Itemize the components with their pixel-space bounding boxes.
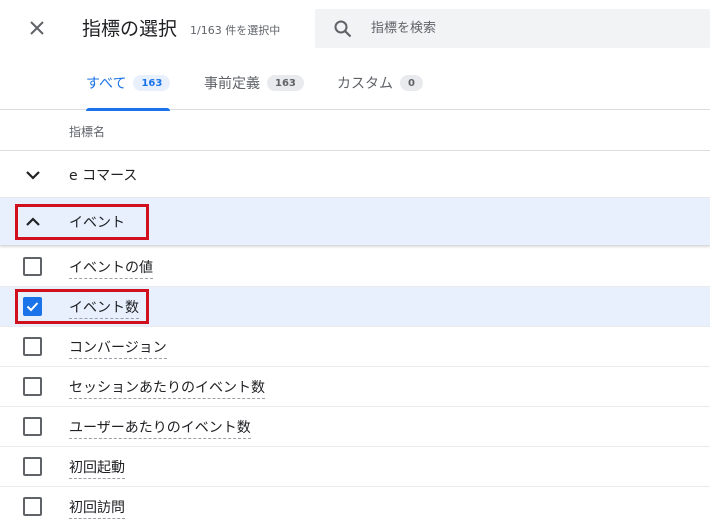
metric-row[interactable]: コンバージョン (0, 327, 710, 367)
metric-row-selected[interactable]: イベント数 (0, 287, 710, 327)
checkmark-icon (26, 302, 39, 312)
tab-predefined-label: 事前定義 (204, 76, 260, 92)
close-icon[interactable] (29, 20, 45, 36)
tab-all[interactable]: すべて 163 (86, 56, 171, 111)
metric-checkbox-checked[interactable] (23, 297, 42, 316)
dialog-header: 指標の選択 1/163 件を選択中 (0, 0, 710, 56)
tab-bar: すべて 163 事前定義 163 カスタム 0 (0, 56, 710, 111)
metric-row[interactable]: 初回訪問 (0, 487, 710, 527)
tab-all-count: 163 (133, 75, 171, 91)
metric-checkbox[interactable] (23, 497, 42, 516)
metric-label: 初回訪問 (69, 497, 125, 519)
group-row-event[interactable]: イベント (0, 198, 710, 246)
metric-checkbox[interactable] (23, 257, 42, 276)
metric-row[interactable]: ユーザーあたりのイベント数 (0, 407, 710, 447)
tab-all-label: すべて (86, 76, 127, 92)
search-input[interactable] (371, 9, 701, 48)
metric-label: イベント数 (69, 297, 139, 319)
close-button[interactable] (22, 13, 52, 43)
tab-predefined[interactable]: 事前定義 163 (204, 56, 304, 110)
metric-row[interactable]: イベントの値 (0, 247, 710, 287)
metric-checkbox[interactable] (23, 377, 42, 396)
column-header-label: 指標名 (69, 125, 106, 139)
tab-custom[interactable]: カスタム 0 (337, 56, 423, 110)
metric-checkbox[interactable] (23, 337, 42, 356)
search-icon (334, 20, 352, 38)
metric-label: イベントの値 (69, 257, 153, 279)
metric-label: セッションあたりのイベント数 (69, 377, 265, 399)
metric-label: コンバージョン (69, 337, 167, 359)
chevron-up-icon[interactable] (22, 211, 44, 233)
dialog-title: 指標の選択 (82, 18, 178, 40)
metric-row[interactable]: 初回起動 (0, 447, 710, 487)
tab-custom-label: カスタム (337, 76, 393, 92)
chevron-down-icon[interactable] (22, 164, 44, 186)
metric-checkbox[interactable] (23, 417, 42, 436)
group-label-ecommerce: e コマース (69, 168, 138, 184)
tab-custom-count: 0 (400, 75, 423, 91)
selection-count: 1/163 件を選択中 (190, 24, 281, 37)
group-row-ecommerce[interactable]: e コマース (0, 151, 710, 198)
metric-checkbox[interactable] (23, 457, 42, 476)
group-label-event: イベント (69, 215, 125, 231)
metric-label: 初回起動 (69, 457, 125, 479)
metric-row[interactable]: セッションあたりのイベント数 (0, 367, 710, 407)
metric-label: ユーザーあたりのイベント数 (69, 417, 251, 439)
column-header: 指標名 (0, 110, 710, 151)
tab-predefined-count: 163 (267, 75, 304, 91)
search-box[interactable] (315, 9, 710, 48)
